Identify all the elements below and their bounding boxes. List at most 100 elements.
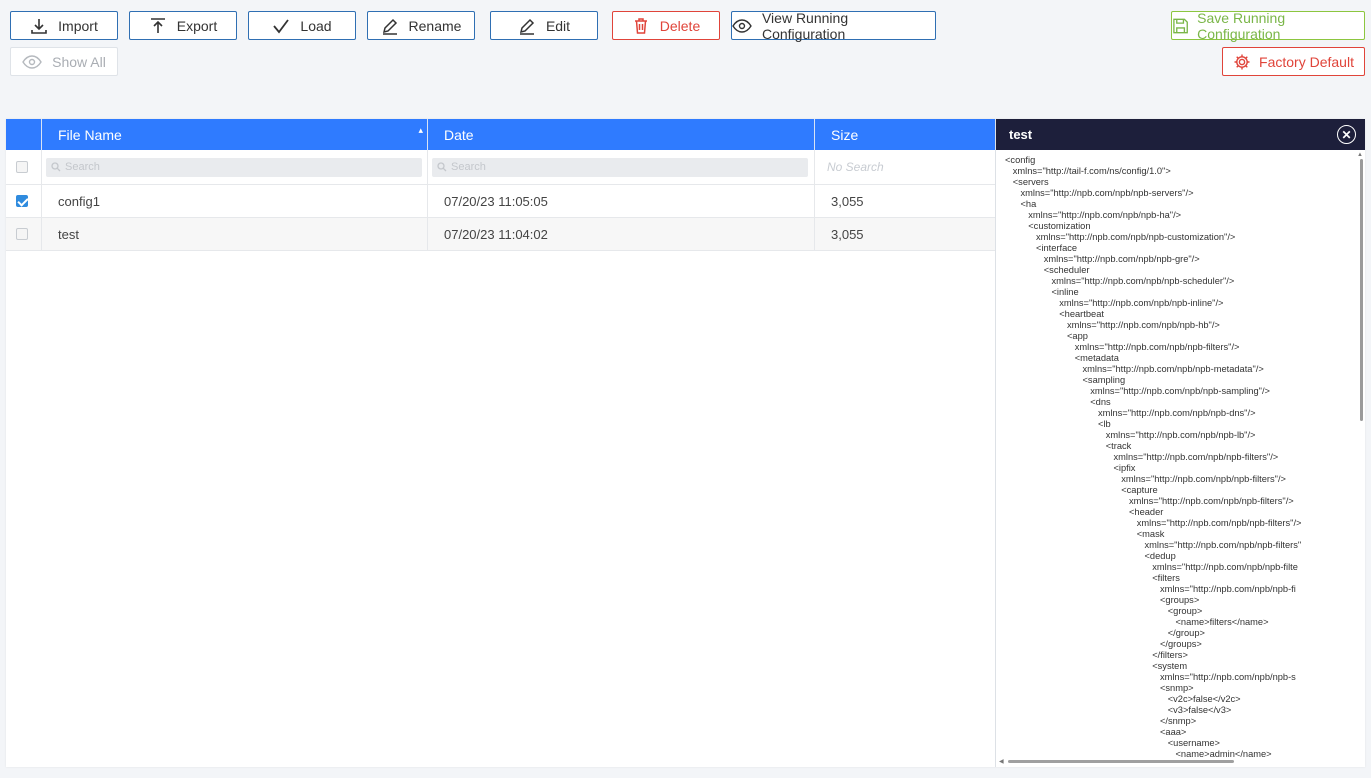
size-cell: 3,055 — [831, 226, 864, 242]
xml-line: <lb — [1005, 419, 1111, 429]
column-header-size[interactable]: Size — [815, 119, 995, 150]
no-search-label: No Search — [827, 160, 884, 174]
config-files-panel: File Name ▴ Date Size Search Search No S… — [6, 119, 1365, 767]
xml-line: <header — [1005, 507, 1164, 517]
edit-button[interactable]: Edit — [490, 11, 598, 40]
xml-line: xmlns="http://npb.com/npb/npb-servers"/> — [1005, 188, 1194, 198]
delete-button[interactable]: Delete — [612, 11, 720, 40]
xml-line: <aaa> — [1005, 727, 1187, 737]
edit-label: Edit — [545, 17, 571, 34]
save-icon — [1173, 18, 1188, 33]
edit-icon — [519, 18, 534, 35]
download-icon — [31, 18, 47, 34]
xml-line: xmlns="http://npb.com/npb/npb-filte — [1005, 562, 1298, 572]
checkmark-icon — [273, 18, 290, 33]
xml-line: xmlns="http://npb.com/npb/npb-gre"/> — [1005, 254, 1200, 264]
gear-icon — [1234, 54, 1250, 69]
xml-line: xmlns="http://npb.com/npb/npb-dns"/> — [1005, 408, 1256, 418]
preview-header: test ✕ — [996, 119, 1365, 150]
save-running-config-button[interactable]: Save Running Configuration — [1171, 9, 1365, 42]
import-label: Import — [58, 17, 98, 34]
save-running-config-label: Save Running Configuration — [1197, 9, 1286, 42]
view-running-config-label: View Running Configuration — [761, 9, 849, 42]
xml-content: <config xmlns="http://tail-f.com/ns/conf… — [996, 155, 1362, 759]
xml-line: xmlns="http://npb.com/npb/npb-filters"/> — [1005, 342, 1240, 352]
upload-icon — [150, 17, 165, 33]
trash-icon — [634, 17, 647, 34]
xml-line: <name>admin</name> — [1005, 749, 1272, 759]
date-search-input[interactable]: Search — [432, 157, 808, 177]
xml-line: xmlns="http://tail-f.com/ns/config/1.0"> — [1005, 166, 1171, 176]
preview-title: test — [1009, 127, 1033, 142]
xml-line: xmlns="http://npb.com/npb/npb-inline"/> — [1005, 298, 1224, 308]
eye-icon — [22, 54, 42, 69]
xml-line: xmlns="http://npb.com/npb/npb-sampling"/… — [1005, 386, 1270, 396]
config-preview-panel: test ✕ <config xmlns="http://tail-f.com/… — [995, 119, 1365, 767]
filter-cell-name: Search — [42, 150, 428, 184]
import-button[interactable]: Import — [10, 11, 118, 40]
xml-line: <capture — [1005, 485, 1158, 495]
xml-line: <metadata — [1005, 353, 1119, 363]
xml-line: xmlns="http://npb.com/npb/npb-lb"/> — [1005, 430, 1256, 440]
show-all-button[interactable]: Show All — [10, 47, 118, 76]
file-name-search-input[interactable]: Search — [46, 157, 422, 177]
export-button[interactable]: Export — [129, 11, 237, 40]
xml-line: <filters — [1005, 573, 1180, 583]
xml-line: <mask — [1005, 529, 1165, 539]
table-row[interactable]: config1 07/20/23 11:05:05 3,055 — [6, 185, 995, 218]
file-name-cell: test — [42, 218, 428, 250]
xml-line: <heartbeat — [1005, 309, 1104, 319]
row-checkbox[interactable] — [16, 195, 28, 207]
sort-asc-icon[interactable]: ▴ — [418, 125, 423, 136]
xml-line: xmlns="http://npb.com/npb/npb-filters" — [1005, 540, 1302, 550]
xml-line: xmlns="http://npb.com/npb/npb-ha"/> — [1005, 210, 1182, 220]
xml-line: <interface — [1005, 243, 1078, 253]
xml-line: </group> — [1005, 628, 1205, 638]
scroll-left-arrow-icon[interactable]: ◀ — [999, 758, 1004, 765]
xml-line: <group> — [1005, 606, 1203, 616]
xml-line: <ipfix — [1005, 463, 1136, 473]
select-all-cell — [6, 150, 42, 184]
xml-line: <groups> — [1005, 595, 1200, 605]
row-checkbox[interactable] — [16, 228, 28, 240]
vertical-scrollbar[interactable] — [1360, 159, 1363, 421]
xml-line: <v3>false</v3> — [1005, 705, 1232, 715]
column-header-date[interactable]: Date — [428, 119, 815, 150]
factory-default-button[interactable]: Factory Default — [1222, 47, 1365, 76]
delete-label: Delete — [659, 17, 701, 34]
xml-line: <inline — [1005, 287, 1079, 297]
xml-line: <servers — [1005, 177, 1049, 187]
xml-line: xmlns="http://npb.com/npb/npb-scheduler"… — [1005, 276, 1235, 286]
xml-line: <username> — [1005, 738, 1220, 748]
xml-line: </snmp> — [1005, 716, 1197, 726]
xml-line: <scheduler — [1005, 265, 1090, 275]
xml-line: xmlns="http://npb.com/npb/npb-filters"/> — [1005, 474, 1286, 484]
close-icon[interactable]: ✕ — [1337, 125, 1356, 144]
xml-line: <name>filters</name> — [1005, 617, 1269, 627]
rename-button[interactable]: Rename — [367, 11, 475, 40]
filter-cell-size: No Search — [815, 150, 995, 184]
select-all-checkbox[interactable] — [16, 161, 28, 173]
table-header: File Name ▴ Date Size — [6, 119, 995, 150]
factory-default-label: Factory Default — [1259, 53, 1354, 70]
table-row[interactable]: test 07/20/23 11:04:02 3,055 — [6, 218, 995, 251]
pencil-icon — [382, 18, 397, 35]
date-cell: 07/20/23 11:05:05 — [428, 185, 815, 217]
date-cell: 07/20/23 11:04:02 — [428, 218, 815, 250]
eye-icon — [732, 18, 752, 33]
xml-line: xmlns="http://npb.com/npb/npb-customizat… — [1005, 232, 1236, 242]
load-label: Load — [300, 17, 332, 34]
export-label: Export — [176, 17, 218, 34]
xml-line: xmlns="http://npb.com/npb/npb-hb"/> — [1005, 320, 1220, 330]
scroll-up-arrow-icon[interactable]: ▲ — [1357, 152, 1363, 158]
view-running-config-button[interactable]: View Running Configuration — [731, 9, 936, 42]
xml-line: <track — [1005, 441, 1132, 451]
xml-line: <system — [1005, 661, 1188, 671]
file-name-cell: config1 — [42, 185, 428, 217]
xml-line: <customization — [1005, 221, 1091, 231]
column-header-file-name[interactable]: File Name ▴ — [42, 119, 428, 150]
load-button[interactable]: Load — [248, 11, 356, 40]
select-column-header — [6, 119, 42, 150]
horizontal-scrollbar[interactable] — [1008, 760, 1234, 763]
xml-line: xmlns="http://npb.com/npb/npb-metadata"/… — [1005, 364, 1264, 374]
